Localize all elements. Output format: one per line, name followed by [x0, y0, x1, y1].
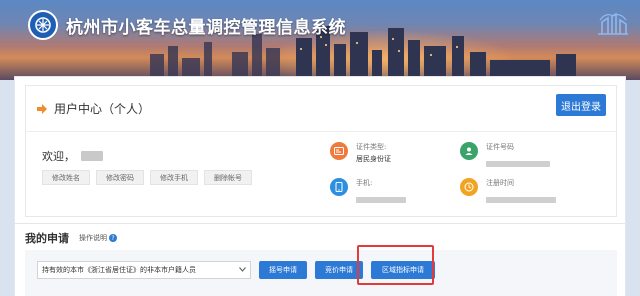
my-application-title: 我的申请 — [25, 232, 69, 245]
cert-type-info: 证件类型: 居民身份证 — [330, 142, 391, 164]
user-name-masked — [81, 151, 103, 161]
system-title: 杭州市小客车总量调控管理信息系统 — [66, 18, 346, 38]
city-mark-icon — [598, 12, 628, 35]
clock-icon — [460, 178, 478, 196]
id-card-icon — [330, 142, 348, 160]
applicant-type-value: 持有效的本市《浙江省居住证》的非本市户籍人员 — [42, 266, 196, 274]
cert-number-masked — [486, 161, 550, 167]
highlight-box — [357, 245, 434, 285]
edit-name-button[interactable]: 修改姓名 — [42, 170, 90, 185]
edit-password-button[interactable]: 修改密码 — [96, 170, 144, 185]
chevron-down-icon — [239, 267, 246, 272]
phone-icon — [330, 178, 348, 196]
register-time-info: 注册时间 — [460, 178, 556, 207]
cert-type-value: 居民身份证 — [356, 155, 391, 163]
phone-info: 手机: — [330, 178, 406, 207]
edit-phone-button[interactable]: 修改手机 — [150, 170, 198, 185]
account-actions: 修改姓名 修改密码 修改手机 删除帐号 — [42, 170, 252, 185]
phone-masked — [356, 197, 406, 203]
my-application-header: 我的申请 操作说明 ? — [25, 230, 117, 246]
arrow-right-icon — [37, 103, 47, 114]
user-center-title: 用户中心（个人） — [54, 102, 151, 116]
logout-button[interactable]: 退出登录 — [556, 94, 606, 116]
delete-account-button[interactable]: 删除帐号 — [204, 170, 252, 185]
lottery-apply-button[interactable]: 摇号申请 — [259, 261, 307, 279]
cert-number-info: 证件号码 — [460, 142, 550, 171]
help-icon[interactable]: ? — [109, 234, 117, 242]
header-banner: 杭州市小客车总量调控管理信息系统 — [0, 0, 640, 80]
register-time-masked — [486, 197, 556, 203]
logo-icon — [28, 10, 58, 40]
main-panel: 用户中心（个人） 退出登录 欢迎， 修改姓名 修改密码 修改手机 删除帐号 证件… — [14, 76, 627, 296]
bid-apply-button[interactable]: 竞价申请 — [315, 261, 363, 279]
section-divider — [15, 223, 627, 224]
user-center-header: 用户中心（个人） 退出登录 — [25, 85, 617, 131]
welcome-text: 欢迎， — [42, 148, 103, 164]
welcome-prefix: 欢迎， — [42, 150, 75, 163]
person-card-icon — [460, 142, 478, 160]
register-time-label: 注册时间 — [486, 179, 514, 187]
cert-type-label: 证件类型: — [356, 143, 387, 151]
phone-label: 手机: — [356, 179, 373, 187]
help-link[interactable]: 操作说明 — [79, 233, 107, 243]
user-center-body: 欢迎， 修改姓名 修改密码 修改手机 删除帐号 证件类型: 居民身份证 证件号码… — [25, 131, 617, 217]
cert-number-label: 证件号码 — [486, 143, 514, 151]
application-row: 持有效的本市《浙江省居住证》的非本市户籍人员 摇号申请 竞价申请 区域指标申请 — [25, 250, 617, 296]
applicant-type-select[interactable]: 持有效的本市《浙江省居住证》的非本市户籍人员 — [37, 261, 251, 279]
